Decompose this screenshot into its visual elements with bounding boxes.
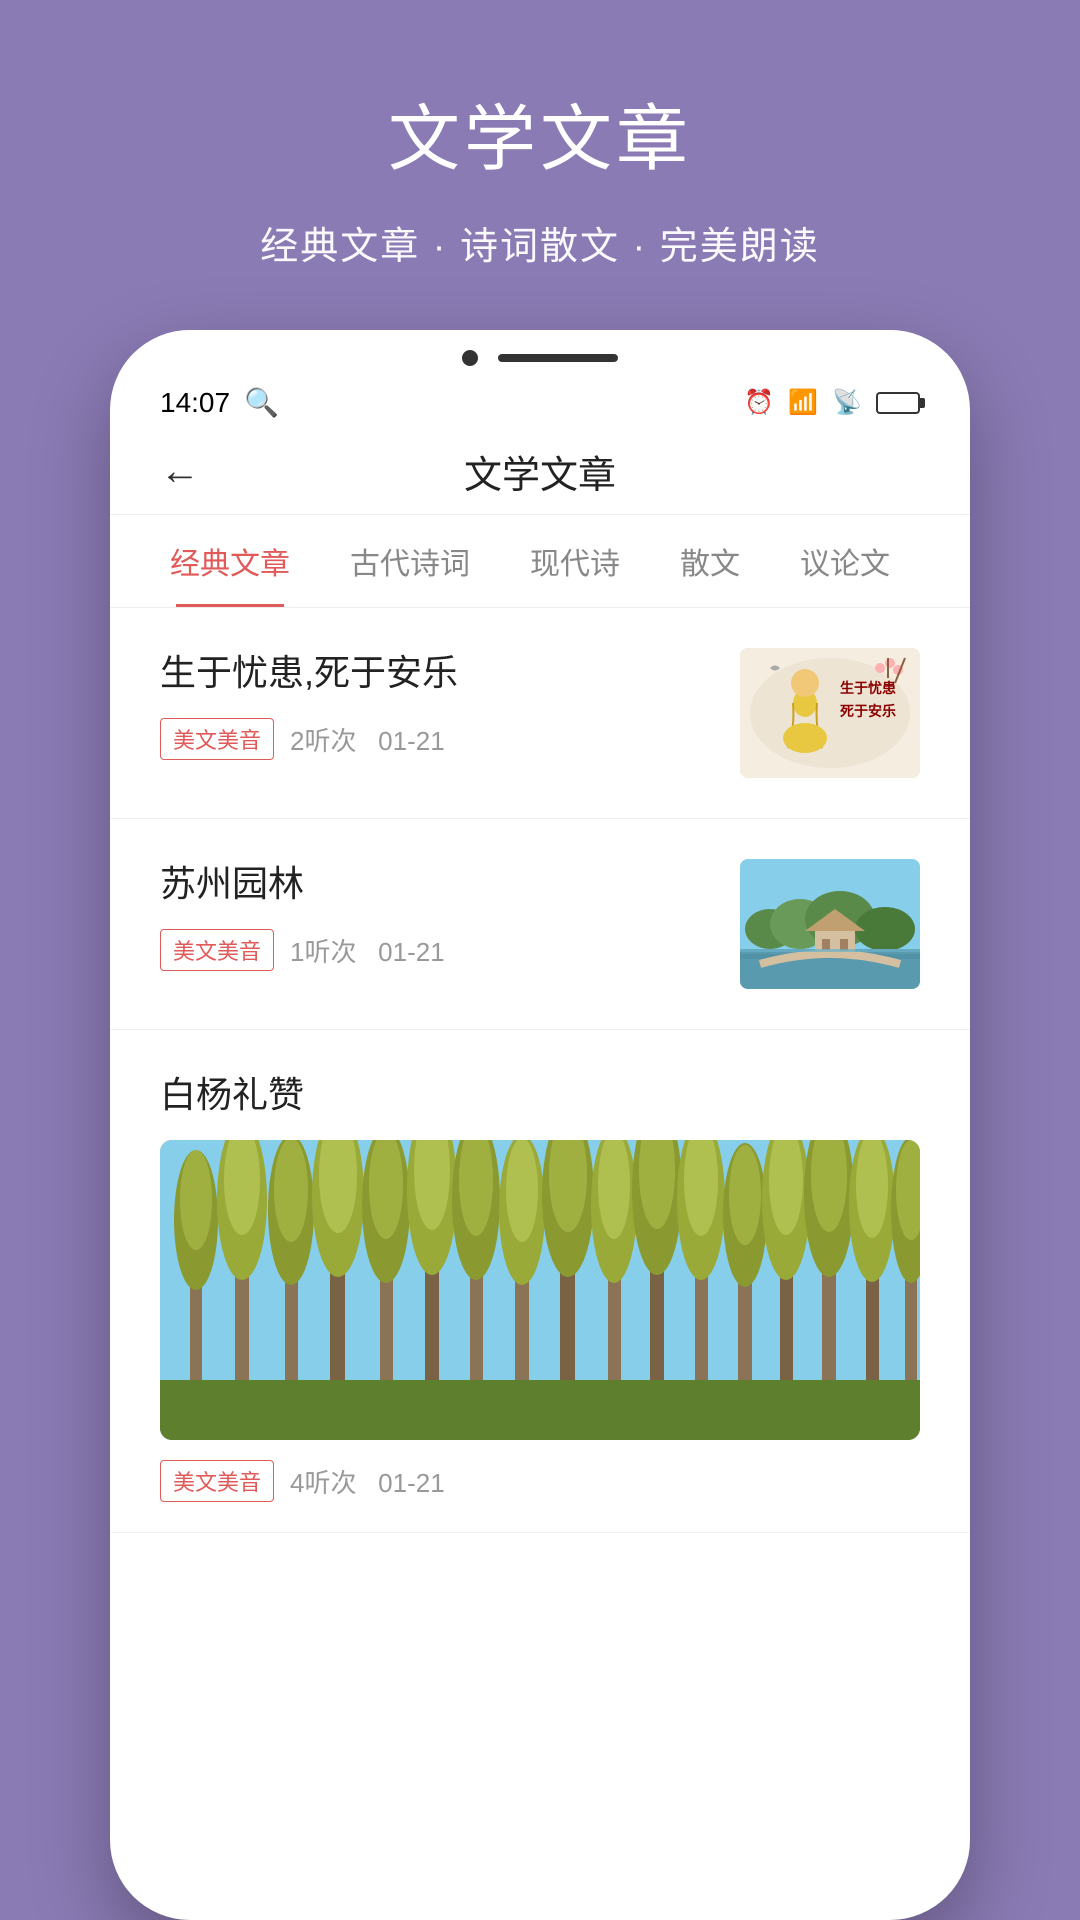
battery-icon [876, 392, 920, 414]
article-info: 苏州园林 美文美音 1听次 01-21 [160, 859, 710, 971]
camera-dot [462, 350, 478, 366]
time-display: 14:07 [160, 387, 230, 419]
alarm-icon: ⏰ [744, 388, 774, 417]
article-tag: 美文美音 [160, 718, 274, 760]
nav-title: 文学文章 [464, 444, 616, 499]
article-meta: 美文美音 1听次 01-21 [160, 929, 710, 971]
content-area: 生于忧患,死于安乐 美文美音 2听次 01-21 [110, 608, 970, 1533]
article-thumbnail [740, 859, 920, 989]
article-title: 白杨礼赞 [160, 1070, 920, 1120]
tab-bar: 经典文章 古代诗词 现代诗 散文 议论文 [110, 515, 970, 608]
phone-frame: 14:07 🔍 ⏰ 📶 📡 ← 文学文章 经典文章 古代诗词 现代诗 散文 议论… [110, 330, 970, 1920]
article-item[interactable]: 苏州园林 美文美音 1听次 01-21 [110, 819, 970, 1030]
background-header: 文学文章 经典文章 · 诗词散文 · 完美朗读 [0, 0, 1080, 270]
article-big-image [160, 1140, 920, 1440]
wifi-icon: 📡 [832, 388, 862, 417]
status-bar: 14:07 🔍 ⏰ 📶 📡 [110, 376, 970, 429]
article-title: 生于忧患,死于安乐 [160, 648, 710, 698]
status-left: 14:07 🔍 [160, 386, 279, 419]
phone-top-bar [110, 330, 970, 376]
article-item-big[interactable]: 白杨礼赞 [110, 1030, 970, 1533]
svg-text:死于安乐: 死于安乐 [839, 703, 896, 720]
nav-bar: ← 文学文章 [110, 429, 970, 515]
article-thumbnail: 生于忧患 死于安乐 [740, 648, 920, 778]
article-tag: 美文美音 [160, 1460, 274, 1502]
status-right: ⏰ 📶 📡 [744, 388, 920, 417]
article-meta: 美文美音 4听次 01-21 [160, 1460, 920, 1502]
page-main-title: 文学文章 [0, 80, 1080, 185]
page-subtitle: 经典文章 · 诗词散文 · 完美朗读 [0, 215, 1080, 270]
article-item[interactable]: 生于忧患,死于安乐 美文美音 2听次 01-21 [110, 608, 970, 819]
article-title: 苏州园林 [160, 859, 710, 909]
svg-text:生于忧患: 生于忧患 [840, 680, 896, 697]
back-button[interactable]: ← [160, 449, 200, 494]
tab-classic[interactable]: 经典文章 [140, 515, 320, 607]
article-meta: 美文美音 2听次 01-21 [160, 718, 710, 760]
article-listens: 1听次 01-21 [290, 932, 445, 969]
article-listens: 2听次 01-21 [290, 721, 445, 758]
article-tag: 美文美音 [160, 929, 274, 971]
tab-prose[interactable]: 散文 [650, 515, 770, 607]
article-listens: 4听次 01-21 [290, 1463, 445, 1500]
tab-essay[interactable]: 议论文 [770, 515, 920, 607]
article-info: 生于忧患,死于安乐 美文美音 2听次 01-21 [160, 648, 710, 760]
search-status-icon[interactable]: 🔍 [244, 386, 279, 419]
tab-modern-poetry[interactable]: 现代诗 [500, 515, 650, 607]
speaker [498, 354, 618, 362]
signal-icon: 📶 [788, 388, 818, 417]
tab-ancient-poetry[interactable]: 古代诗词 [320, 515, 500, 607]
